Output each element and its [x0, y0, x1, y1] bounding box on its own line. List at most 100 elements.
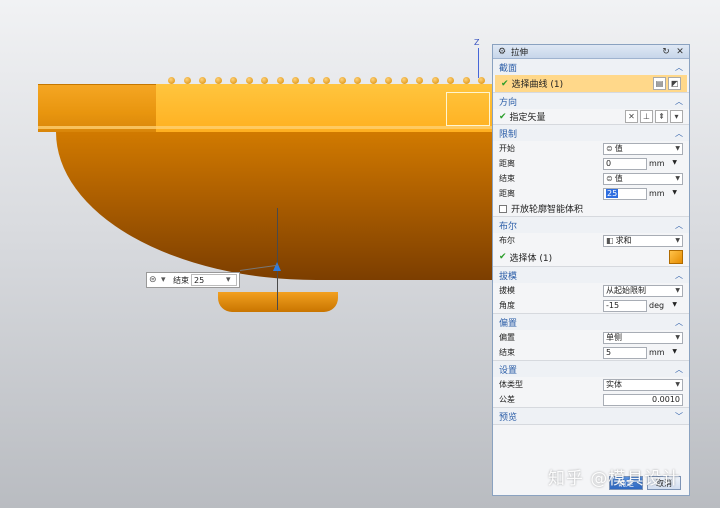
- value-type-icon[interactable]: ⊜: [149, 275, 159, 285]
- bead: [276, 77, 284, 84]
- bead: [199, 77, 206, 84]
- chevron-down-icon: ▼: [675, 237, 680, 244]
- onscreen-end-input[interactable]: ⊜ ▾ 结束 25 ▾: [146, 272, 240, 288]
- chevron-down-icon: ▼: [672, 301, 677, 308]
- open-profile-checkbox[interactable]: [499, 204, 507, 213]
- bead: [245, 77, 253, 84]
- distance2-unit[interactable]: mm ▼: [647, 189, 677, 198]
- section-draft-header[interactable]: 拔模 ︿: [493, 267, 689, 283]
- section-settings-header[interactable]: 设置 ︿: [493, 361, 689, 377]
- onscreen-end-label: 结束: [173, 275, 189, 285]
- tolerance-input[interactable]: 0.0010: [603, 393, 683, 406]
- chevron-up-icon[interactable]: ︿: [675, 96, 683, 107]
- close-icon[interactable]: ✕: [675, 47, 685, 57]
- onscreen-end-field[interactable]: 25 ▾: [191, 274, 237, 286]
- open-profile-label: 开放轮廓智能体积: [511, 205, 584, 215]
- extrude-direction-line: [277, 208, 278, 310]
- body-type-select[interactable]: 实体 ▼: [603, 378, 683, 391]
- bead: [354, 77, 361, 84]
- draft-row: 拔模 从起始限制 ▼: [493, 283, 689, 298]
- chevron-down-icon: ▼: [675, 287, 680, 294]
- chevron-down-icon: ▼: [672, 159, 677, 166]
- bead: [431, 77, 439, 84]
- reset-icon[interactable]: ↻: [661, 47, 671, 57]
- chevron-down-icon: ▼: [672, 348, 677, 355]
- section-preview-header[interactable]: 预览 ﹀: [493, 408, 689, 424]
- chevron-up-icon[interactable]: ︿: [675, 270, 683, 281]
- offset-end-row: 结束 5 mm ▼: [499, 346, 677, 359]
- section-offset-header[interactable]: 偏置 ︿: [493, 314, 689, 330]
- extrude-dialog[interactable]: ⚙ 拉伸 ↻ ✕ 截面 ︿ ✔ 选择曲线 (1) ▤ ◩ 方向 ︿ ✔ 指定矢量…: [492, 44, 690, 496]
- gear-icon[interactable]: ⚙: [497, 47, 507, 57]
- selection-box: [446, 92, 490, 126]
- section-curve: 截面 ︿ ✔ 选择曲线 (1) ▤ ◩: [493, 59, 689, 93]
- bead: [307, 77, 315, 84]
- chevron-down-icon[interactable]: ▾: [226, 275, 236, 285]
- check-icon: ✔: [501, 78, 509, 89]
- dialog-titlebar[interactable]: ⚙ 拉伸 ↻ ✕: [493, 45, 689, 59]
- body-type-row: 体类型 实体 ▼: [493, 377, 689, 392]
- angle-unit[interactable]: deg ▼: [647, 301, 677, 310]
- section-offset: 偏置 ︿ 偏置 单侧 ▼ 结束 5 mm ▼: [493, 314, 689, 361]
- check-icon: ✔: [499, 111, 507, 122]
- specify-vector-row[interactable]: ✔ 指定矢量 ✕ ⊥ ⇞ ▾: [493, 109, 689, 124]
- solid-body-icon[interactable]: [669, 250, 683, 264]
- curve-icon[interactable]: ◩: [668, 77, 681, 90]
- sketch-section-icon[interactable]: ▤: [653, 77, 666, 90]
- chevron-down-icon[interactable]: ▾: [670, 110, 683, 123]
- select-curve-row[interactable]: ✔ 选择曲线 (1) ▤ ◩: [495, 75, 687, 92]
- section-boolean: 布尔 ︿ 布尔 ◧ 求和 ▼ ✔ 选择体 (1): [493, 217, 689, 267]
- bead: [261, 77, 268, 84]
- section-limits-header[interactable]: 限制 ︿: [493, 125, 689, 141]
- chevron-down-icon: ▼: [675, 175, 680, 182]
- draft-select[interactable]: 从起始限制 ▼: [603, 284, 683, 297]
- chevron-down-icon[interactable]: ▾: [161, 275, 171, 285]
- section-direction-header[interactable]: 方向 ︿: [493, 93, 689, 109]
- chevron-up-icon[interactable]: ︿: [675, 364, 683, 375]
- chevron-down-icon: ▼: [675, 334, 680, 341]
- distance2-row: 距离 25 mm ▼: [499, 187, 677, 200]
- distance1-row: 距离 0 mm ▼: [499, 157, 677, 170]
- open-profile-row[interactable]: 开放轮廓智能体积: [493, 201, 689, 216]
- end-select[interactable]: ⊜ 值 ▼: [603, 172, 683, 185]
- bead: [214, 77, 222, 84]
- chevron-up-icon[interactable]: ︿: [675, 220, 683, 231]
- distance1-unit[interactable]: mm ▼: [647, 159, 677, 168]
- dialog-title: 拉伸: [511, 47, 529, 58]
- value-type-icon: ⊜: [606, 174, 613, 183]
- offset-select[interactable]: 单侧 ▼: [603, 331, 683, 344]
- extrude-drag-handle[interactable]: [273, 262, 281, 271]
- bead: [385, 77, 392, 84]
- watermark: 知乎 @模具设计: [548, 469, 681, 489]
- select-body-row[interactable]: ✔ 选择体 (1): [493, 248, 689, 266]
- start-select[interactable]: ⊜ 值 ▼: [603, 142, 683, 155]
- section-draft: 拔模 ︿ 拔模 从起始限制 ▼ 角度 -15 deg ▼: [493, 267, 689, 314]
- angle-input[interactable]: -15: [603, 299, 647, 312]
- bead: [323, 77, 330, 84]
- boolean-row: 布尔 ◧ 求和 ▼: [493, 233, 689, 248]
- offset-end-input[interactable]: 5: [603, 346, 647, 359]
- bead: [168, 77, 175, 84]
- distance2-input[interactable]: 25: [603, 187, 647, 200]
- bead: [400, 77, 408, 84]
- bead: [462, 77, 470, 84]
- chevron-up-icon[interactable]: ︿: [675, 62, 683, 73]
- end-row: 结束 ⊜ 值 ▼: [493, 171, 689, 186]
- inferred-vector-icon[interactable]: ⇞: [655, 110, 668, 123]
- extruded-boss[interactable]: [218, 292, 338, 312]
- section-curve-header[interactable]: 截面 ︿: [493, 59, 689, 75]
- offset-end-unit[interactable]: mm ▼: [647, 348, 677, 357]
- select-curve-label: 选择曲线 (1): [511, 80, 564, 90]
- chevron-down-icon[interactable]: ﹀: [675, 411, 683, 422]
- vector-dialog-icon[interactable]: ⊥: [640, 110, 653, 123]
- reverse-direction-icon[interactable]: ✕: [625, 110, 638, 123]
- bead: [369, 77, 377, 84]
- boolean-select[interactable]: ◧ 求和 ▼: [603, 234, 683, 247]
- chevron-up-icon[interactable]: ︿: [675, 128, 683, 139]
- distance1-input[interactable]: 0: [603, 157, 647, 170]
- chevron-up-icon[interactable]: ︿: [675, 317, 683, 328]
- section-boolean-header[interactable]: 布尔 ︿: [493, 217, 689, 233]
- bead: [338, 77, 346, 84]
- chevron-down-icon: ▼: [675, 145, 680, 152]
- z-axis-line: [478, 48, 479, 78]
